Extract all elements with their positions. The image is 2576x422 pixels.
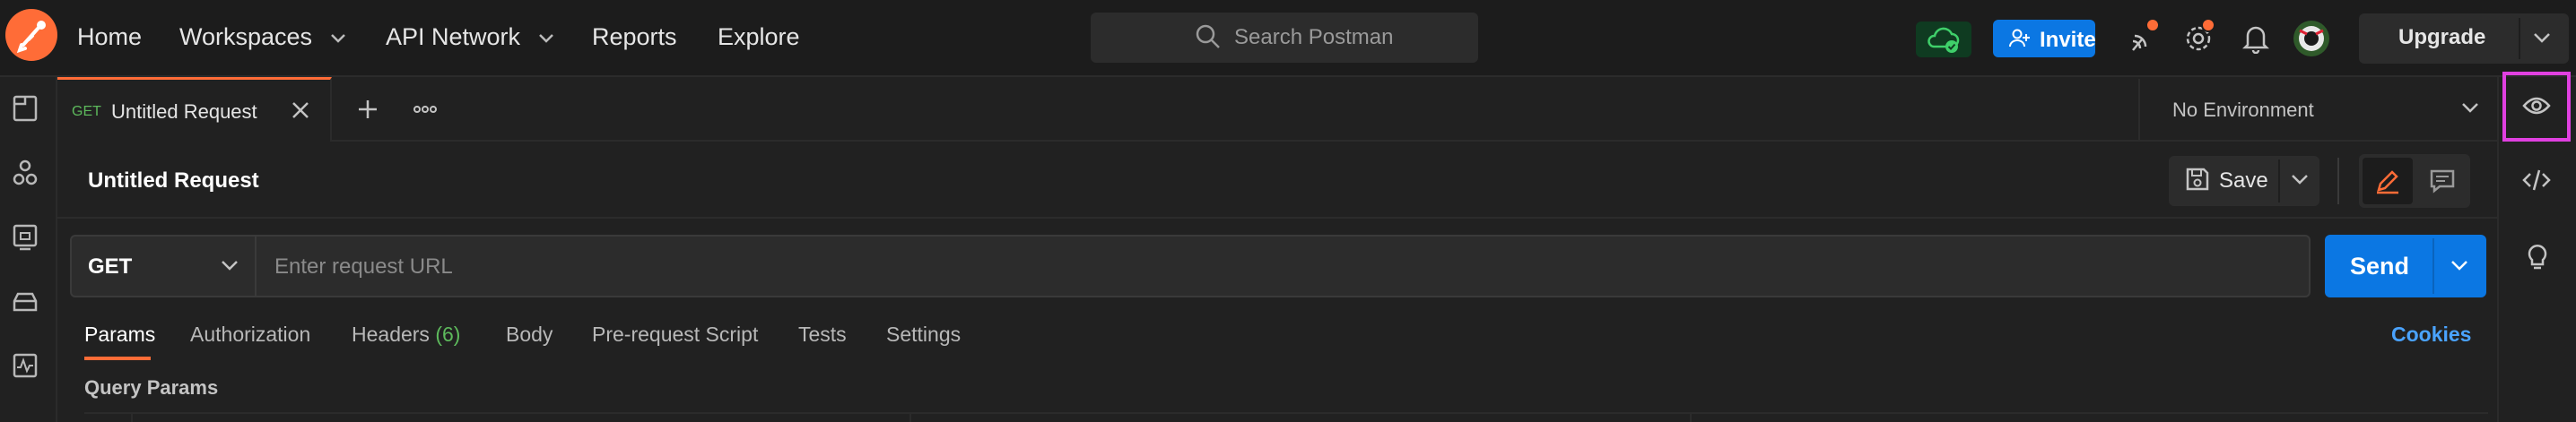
- avatar[interactable]: [2293, 20, 2330, 57]
- save-icon: [2185, 167, 2210, 192]
- invite-label: Invite: [2040, 28, 2096, 52]
- nav-api-network[interactable]: API Network: [386, 23, 554, 51]
- tab-settings-label: Settings: [886, 323, 962, 346]
- monitors-icon[interactable]: [13, 353, 38, 378]
- send-label: Send: [2350, 253, 2410, 280]
- tab-params-label: Params: [84, 323, 156, 346]
- active-tab-indicator: [84, 357, 151, 360]
- params-table-column-divider: [909, 412, 911, 422]
- code-icon[interactable]: [2522, 168, 2551, 192]
- tab-body-label: Body: [506, 323, 553, 346]
- tab-title: Untitled Request: [111, 100, 257, 123]
- tab-body[interactable]: Body: [506, 323, 553, 347]
- more-tabs-icon[interactable]: [413, 102, 438, 116]
- comment-icon[interactable]: [2429, 168, 2456, 194]
- url-input[interactable]: [257, 235, 2311, 297]
- nav-explore[interactable]: Explore: [718, 23, 800, 51]
- apis-icon[interactable]: [13, 159, 38, 186]
- environments-icon[interactable]: [11, 290, 39, 314]
- bell-icon[interactable]: [2242, 23, 2269, 54]
- close-icon[interactable]: [291, 100, 310, 120]
- headers-count-badge: (6): [435, 323, 461, 346]
- nav-workspaces[interactable]: Workspaces: [179, 23, 346, 51]
- tab-headers[interactable]: Headers (6): [352, 323, 460, 347]
- chevron-down-icon[interactable]: [2450, 260, 2468, 272]
- send-divider: [2432, 238, 2434, 294]
- mock-servers-icon[interactable]: [13, 224, 38, 251]
- query-params-title: Query Params: [84, 376, 219, 399]
- nav-reports[interactable]: Reports: [592, 23, 677, 51]
- tab-authorization-label: Authorization: [190, 323, 311, 346]
- new-tab-icon[interactable]: [357, 99, 379, 120]
- save-label: Save: [2219, 168, 2268, 193]
- upgrade-divider: [2519, 18, 2520, 59]
- chevron-down-icon: [2461, 102, 2479, 115]
- tab-tests-label: Tests: [798, 323, 847, 346]
- settings-update-dot: [2201, 18, 2215, 32]
- postman-logo-icon[interactable]: [5, 9, 57, 61]
- cookies-link[interactable]: Cookies: [2391, 323, 2471, 347]
- toolbar-divider: [2337, 158, 2339, 204]
- notification-dot: [2145, 18, 2160, 32]
- upgrade-label: Upgrade: [2398, 25, 2486, 49]
- edit-mode-button[interactable]: [2363, 158, 2413, 204]
- tab-pre-request-script-label: Pre-request Script: [592, 323, 759, 346]
- chevron-down-icon[interactable]: [2291, 174, 2309, 186]
- chevron-down-icon: [538, 33, 554, 44]
- chevron-down-icon: [330, 33, 346, 44]
- tab-pre-request-script[interactable]: Pre-request Script: [592, 323, 758, 347]
- section-divider: [57, 217, 2497, 219]
- tab-method-badge: GET: [72, 104, 101, 119]
- highlight-box: [2502, 72, 2571, 142]
- collections-icon[interactable]: [13, 95, 38, 122]
- nav-home-label: Home: [77, 23, 143, 50]
- add-user-icon: [2009, 29, 2031, 48]
- nav-home[interactable]: Home: [77, 23, 142, 51]
- tab-authorization[interactable]: Authorization: [190, 323, 310, 347]
- params-table-column-divider: [1690, 412, 1692, 422]
- method-selected: GET: [88, 254, 133, 279]
- params-table-column-divider: [131, 412, 133, 422]
- params-table-border: [84, 412, 2488, 414]
- nav-api-network-label: API Network: [386, 23, 521, 50]
- environment-selected: No Environment: [2172, 99, 2314, 121]
- request-title[interactable]: Untitled Request: [88, 168, 259, 194]
- nav-explore-label: Explore: [718, 23, 800, 50]
- save-divider: [2278, 159, 2280, 202]
- tab-params[interactable]: Params: [84, 323, 155, 347]
- tab-tests[interactable]: Tests: [798, 323, 847, 347]
- search-placeholder: Search Postman: [1234, 25, 1394, 49]
- invite-button[interactable]: Invite: [1993, 20, 2096, 57]
- lightbulb-icon[interactable]: [2524, 242, 2551, 271]
- url-placeholder: Enter request URL: [274, 254, 453, 279]
- chevron-down-icon: [221, 260, 239, 272]
- search-icon: [1195, 23, 1222, 50]
- nav-reports-label: Reports: [592, 23, 677, 50]
- sync-status-button[interactable]: [1916, 22, 1971, 57]
- pencil-icon: [2377, 170, 2398, 194]
- tab-headers-label: Headers: [352, 323, 430, 346]
- chevron-down-icon[interactable]: [2533, 32, 2551, 45]
- tab-settings[interactable]: Settings: [886, 323, 961, 347]
- nav-workspaces-label: Workspaces: [179, 23, 313, 50]
- cloud-check-icon: [1928, 27, 1960, 53]
